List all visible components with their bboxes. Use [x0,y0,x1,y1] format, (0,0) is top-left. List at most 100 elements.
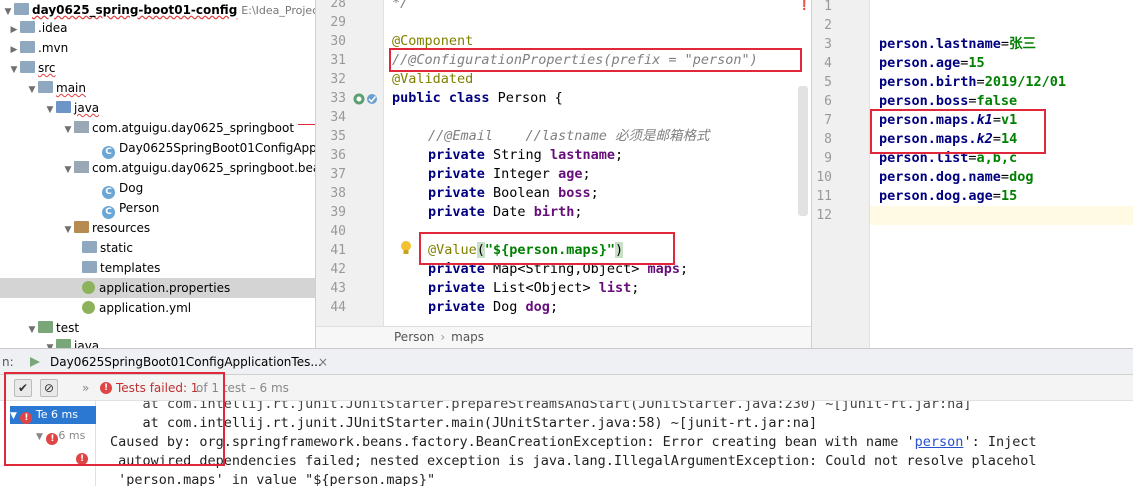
run-tab-bar: n: Day0625SpringBoot01ConfigApplicationT… [0,349,1133,375]
chevron-down-icon[interactable]: ▼ [62,120,74,140]
chevron-down-icon[interactable]: ▼ [8,60,20,80]
tree-item-label: .mvn [38,41,69,55]
line-number: 30 [330,34,346,49]
tree-item-test-java[interactable]: ▼ java [44,336,99,348]
chevron-down-icon[interactable]: ▼ [62,220,74,240]
close-icon[interactable]: × [318,349,328,375]
tree-item-templates[interactable]: templates [82,258,160,278]
code-line-43: private List<Object> list; [428,280,640,296]
code-line-38: private Boolean boss; [428,185,599,201]
line-number: 37 [330,167,346,182]
package-icon [74,121,89,133]
bean-name-link[interactable]: person [915,434,964,450]
tree-item-label: java [74,101,100,115]
chevron-right-icon[interactable]: ▶ [8,40,20,60]
code-editor[interactable]: 28 29 30 31 32 33 34 35 36 37 38 39 40 4… [316,0,812,348]
code-line-36: private String lastname; [428,147,624,163]
lightbulb-icon[interactable] [399,240,413,258]
properties-file-icon [82,281,95,294]
connector-line [298,124,315,125]
bean-gutter-icon[interactable] [352,91,382,107]
tree-item-label: templates [100,261,161,275]
tree-item-label: com.atguigu.day0625_springboot.bea [92,161,316,175]
line-number: 44 [330,300,346,315]
tree-item-application-yml[interactable]: application.yml [82,298,191,318]
console-line: 'person.maps' in value "${person.maps}" [110,472,436,486]
tree-item-label: .idea [38,21,68,35]
console-output[interactable]: at com.intellij.rt.junit.JUnitStarter.pr… [96,401,1133,486]
show-ignored-button[interactable]: ⊘ [40,379,58,397]
code-line-28: */ [392,0,409,11]
console-line: Caused by: org.springframework.beans.fac… [110,434,1037,450]
tree-item-java[interactable]: ▼ java [44,98,99,118]
tree-item-label: test [56,321,80,335]
breadcrumb-item-person[interactable]: Person [394,330,434,344]
chevron-down-icon[interactable]: ▼ [26,320,38,340]
line-number: 1 [824,0,832,14]
tree-item-label: resources [92,221,151,235]
test-result-method[interactable]: ! [76,447,88,465]
test-result-root[interactable]: ▼ ! Te 6 ms [10,406,96,424]
line-number: 38 [330,186,346,201]
test-folder-icon [38,321,53,333]
project-tree: ▼ day0625_spring-boot01-config E:\Idea_Pro… [0,0,316,348]
run-config-icon [30,357,40,367]
chevron-right-icon[interactable]: ▶ [8,20,20,40]
chevron-down-icon[interactable]: ▼ [44,338,56,348]
breadcrumb-item-maps[interactable]: maps [451,330,484,344]
folder-icon [82,261,97,273]
tree-item-label: com.atguigu.day0625_springboot [92,121,295,135]
chevron-down-icon[interactable]: ▼ [36,432,43,442]
run-tab[interactable]: Day0625SpringBoot01ConfigApplicationTes.… [50,349,322,375]
tree-item-application-properties[interactable]: application.properties [0,278,315,298]
code-line-39: private Date birth; [428,204,583,220]
line-number: 28 [330,0,346,11]
prop-line: person.boss=false [879,93,1018,109]
folder-icon [82,241,97,253]
line-number: 41 [330,243,346,258]
tree-item-test[interactable]: ▼ test [26,318,79,338]
code-line-32: @Validated [392,71,474,87]
code-line-44: private Dog dog; [428,299,559,315]
tree-item-dog[interactable]: C Dog [90,178,143,199]
line-number: 34 [330,110,346,125]
folder-icon [14,3,29,15]
error-icon: ! [46,433,59,445]
tree-item-label: static [100,241,133,255]
chevron-down-icon[interactable]: ▼ [26,80,38,100]
resources-folder-icon [74,221,89,233]
tree-item-package-springboot[interactable]: ▼ com.atguigu.day0625_springboot [62,118,294,138]
project-name: day0625_spring-boot01-config [32,3,238,17]
tree-item-person[interactable]: C Person [90,198,159,219]
tree-project-root[interactable]: ▼ day0625_spring-boot01-config E:\Idea_Pro… [2,0,315,20]
editor-gutter: 28 29 30 31 32 33 34 35 36 37 38 39 40 4… [316,0,411,326]
tree-item-label: src [38,61,56,75]
error-icon: ! [76,453,88,465]
line-number: 36 [330,148,346,163]
chevron-down-icon[interactable]: ▼ [62,160,74,180]
tree-item-src[interactable]: ▼ src [8,58,56,78]
show-passed-button[interactable]: ✔ [14,379,32,397]
chevron-down-icon[interactable]: ▼ [44,100,56,120]
tree-item-label: java [74,339,100,348]
test-result-child[interactable]: ▼ ! 6 ms [36,427,85,445]
line-number: 8 [824,132,832,147]
tree-item-package-bean[interactable]: ▼ com.atguigu.day0625_springboot.bea [62,158,316,180]
line-number: 11 [816,189,832,204]
more-icon[interactable]: » [82,375,89,401]
tree-item-main[interactable]: ▼ main [26,78,86,98]
error-indicator-icon[interactable]: ❗ [798,0,810,11]
editor-scrollbar[interactable] [798,86,808,216]
line-number: 29 [330,15,346,30]
tree-item-static[interactable]: static [82,238,133,258]
tree-item-idea[interactable]: ▶ .idea [8,18,68,38]
line-number: 35 [330,129,346,144]
tree-item-label: application.properties [99,281,231,295]
tree-item-mvn[interactable]: ▶ .mvn [8,38,68,58]
console-line: autowired dependencies failed; nested ex… [110,453,1037,469]
properties-editor[interactable]: 1 2 3 4 5 6 7 8 9 10 11 12 person.lastna… [812,0,1133,348]
chevron-down-icon[interactable]: ▼ [10,411,17,421]
line-number: 32 [330,72,346,87]
tree-item-application-class[interactable]: C Day0625SpringBoot01ConfigAppl [90,138,315,159]
tree-item-resources[interactable]: ▼ resources [62,218,150,238]
